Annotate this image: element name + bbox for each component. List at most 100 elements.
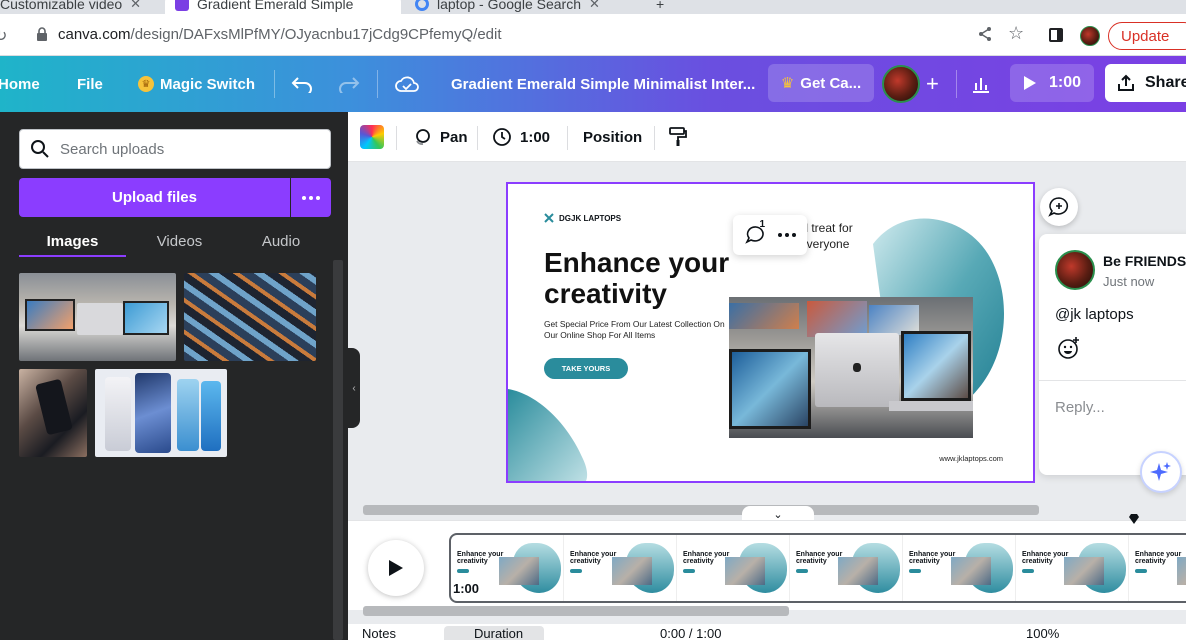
pan-label: Pan	[440, 128, 468, 146]
close-tab-icon[interactable]: ✕	[130, 0, 141, 12]
sparkle-icon	[1150, 462, 1171, 481]
google-favicon-icon	[415, 0, 429, 11]
insights-chart-icon[interactable]	[971, 56, 991, 112]
timeline-frame: Enhance your creativity	[1016, 535, 1129, 601]
canva-favicon-icon	[175, 0, 189, 11]
collaborator-avatar[interactable]	[882, 65, 920, 103]
crown-icon: ♛	[780, 75, 795, 92]
divider	[274, 70, 275, 98]
duration-tab[interactable]: Duration	[444, 626, 544, 640]
document-title[interactable]: Gradient Emerald Simple Minimalist Inter…	[451, 56, 755, 112]
search-input[interactable]	[60, 140, 310, 158]
laptops-photo	[729, 297, 973, 438]
upload-files-button[interactable]: Upload files	[19, 178, 290, 217]
phones-pile-image-thumbnail[interactable]	[184, 273, 316, 361]
tab-audio[interactable]: Audio	[233, 226, 329, 256]
url-field[interactable]: canva.com/design/DAFxsMlPfMY/OJyacnbu17j…	[58, 26, 502, 43]
slide-headline: Enhance your creativity	[544, 247, 730, 309]
smartphones-image-thumbnail[interactable]	[95, 369, 227, 457]
hand-phone-image-thumbnail[interactable]	[19, 369, 87, 457]
timeline-scrollbar[interactable]	[363, 606, 789, 616]
divider	[377, 70, 378, 98]
cloud-saved-icon[interactable]	[395, 56, 419, 112]
active-tab-indicator	[19, 255, 126, 257]
comment-author: Be FRIENDS	[1103, 253, 1186, 269]
share-label: Share	[1145, 74, 1186, 91]
present-button[interactable]: 1:00	[1010, 64, 1094, 102]
comment-count: 1	[759, 219, 766, 230]
pan-animation-button[interactable]: Pan	[412, 112, 468, 162]
timeline-duration: 1:00	[453, 581, 480, 596]
add-collaborator-icon[interactable]: +	[926, 56, 939, 112]
close-tab-icon[interactable]: ✕	[589, 0, 600, 12]
browser-tab-strip: Customizable video ✕ Gradient Emerald Si…	[0, 0, 1186, 14]
file-menu[interactable]: File	[77, 56, 103, 112]
panel-scrollbar[interactable]	[333, 260, 343, 640]
timeline-play-button[interactable]	[368, 540, 424, 596]
lock-icon[interactable]	[36, 27, 48, 42]
new-tab-icon[interactable]: +	[646, 0, 674, 14]
comment-thread-icon[interactable]: 1	[744, 219, 767, 245]
brand-mark-icon	[544, 213, 554, 223]
tab-videos[interactable]: Videos	[126, 226, 233, 256]
color-picker-icon[interactable]	[360, 112, 384, 162]
divider	[396, 126, 397, 150]
undo-icon[interactable]	[291, 56, 313, 112]
comment-time: Just now	[1103, 274, 1155, 289]
add-comment-icon	[1048, 197, 1069, 217]
play-icon	[389, 560, 403, 576]
magic-switch-button[interactable]: ♛ Magic Switch	[138, 56, 255, 112]
editor-footer: Notes Duration 0:00 / 1:00 100%	[348, 624, 1186, 640]
position-button[interactable]: Position	[583, 112, 642, 162]
divider	[1039, 380, 1186, 381]
slide-subtext: Get Special Price From Our Latest Collec…	[544, 319, 725, 340]
browser-tab[interactable]: laptop - Google Search ✕	[405, 0, 635, 14]
timeline-page-strip[interactable]: Enhance your creativity Enhance your cre…	[449, 533, 1186, 603]
comment-card: Be FRIENDS Just now @jk laptops Reply...	[1039, 234, 1186, 475]
reply-input[interactable]: Reply...	[1055, 399, 1105, 416]
browser-tab-active[interactable]: Gradient Emerald Simple	[165, 0, 401, 14]
zoom-level[interactable]: 100%	[1026, 626, 1059, 640]
more-options-icon[interactable]	[291, 178, 331, 217]
duration-button[interactable]: 1:00	[492, 112, 550, 162]
divider	[956, 70, 957, 98]
more-options-icon[interactable]	[777, 233, 796, 237]
comment-toolbar-popup: 1	[733, 215, 807, 255]
home-button[interactable]: Home	[0, 56, 40, 112]
share-button[interactable]: Share	[1105, 64, 1186, 102]
get-canva-label: Get Ca...	[800, 74, 862, 92]
search-box[interactable]	[19, 129, 331, 169]
notes-button[interactable]: Notes	[362, 626, 396, 640]
take-yours-button: TAKE YOURS	[544, 358, 628, 379]
browser-tab[interactable]: Customizable video ✕	[0, 0, 151, 14]
laptops-image-thumbnail[interactable]	[19, 273, 176, 361]
get-canva-pro-button[interactable]: ♛ Get Ca...	[768, 64, 874, 102]
timeline: Enhance your creativity Enhance your cre…	[348, 520, 1186, 610]
add-reaction-icon[interactable]	[1057, 336, 1081, 360]
brand-name: DGJK LAPTOPS	[559, 213, 622, 223]
play-icon	[1023, 76, 1036, 90]
magic-switch-label: Magic Switch	[160, 75, 256, 93]
paint-roller-icon[interactable]	[669, 112, 687, 162]
tab-images[interactable]: Images	[19, 226, 126, 256]
redo-icon[interactable]	[338, 56, 360, 112]
canvas-horizontal-scrollbar[interactable]	[363, 505, 1039, 515]
tab-title: laptop - Google Search	[437, 0, 581, 12]
bookmark-star-icon[interactable]: ☆	[1008, 23, 1024, 44]
magic-assistant-button[interactable]	[1140, 451, 1182, 493]
share-url-icon[interactable]	[977, 26, 993, 42]
address-bar: ↻ canva.com/design/DAFxsMlPfMY/OJyacnbu1…	[0, 14, 1186, 56]
timeline-frame: Enhance your creativity	[790, 535, 903, 601]
add-comment-button[interactable]	[1040, 188, 1078, 226]
sidepanel-icon[interactable]	[1049, 28, 1063, 42]
profile-avatar[interactable]	[1080, 26, 1100, 46]
tab-title: Gradient Emerald Simple	[197, 0, 354, 12]
brand-logo: DGJK LAPTOPS	[544, 213, 621, 223]
editor-header: Home File ♛ Magic Switch Gradient Emeral…	[0, 56, 1186, 112]
collapse-panel-handle[interactable]: ‹	[348, 348, 360, 428]
uploads-panel: Upload files Images Videos Audio	[0, 112, 348, 640]
duration-label: 1:00	[520, 128, 551, 146]
reload-icon[interactable]: ↻	[0, 26, 7, 46]
update-button[interactable]: Update	[1108, 22, 1186, 50]
divider	[567, 126, 568, 150]
